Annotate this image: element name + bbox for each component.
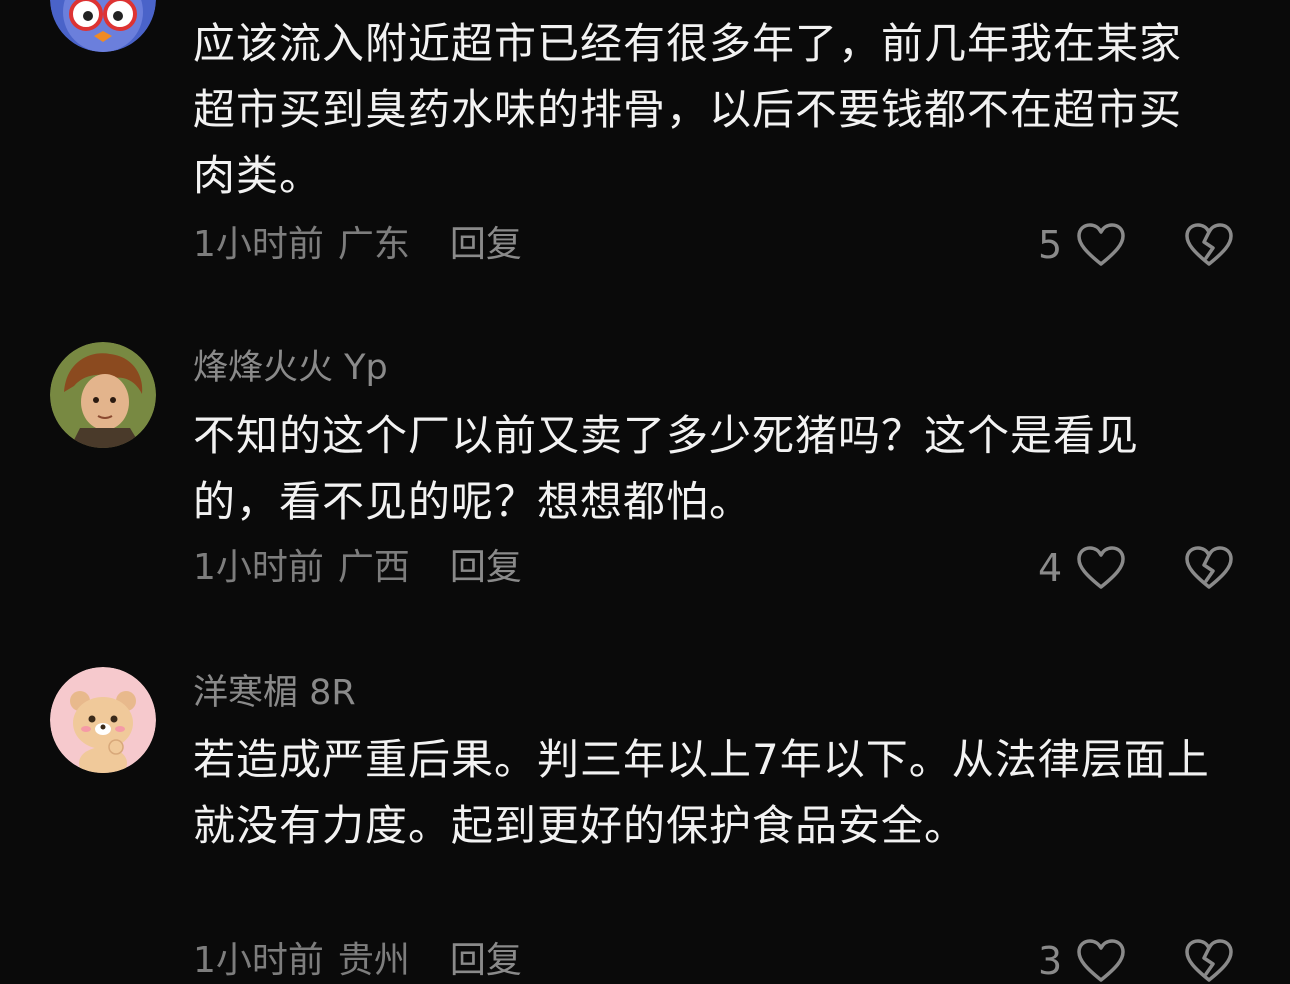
like-count: 4 [1038,546,1063,590]
comment-meta: 1小时前 广西 回复 [193,546,522,590]
comment-text: 不知的这个厂以前又卖了多少死猪吗？这个是看见的，看不见的呢？想想都怕。 [193,411,1140,526]
comment-time: 1小时前 [193,547,324,588]
bear-cartoon-avatar-icon [50,667,156,773]
broken-heart-icon [1185,223,1233,266]
dislike-button[interactable] [1184,545,1234,591]
comment-meta: 1小时前 贵州 回复 [193,939,522,983]
heart-outline-icon [1077,223,1125,266]
like-button[interactable] [1076,545,1126,591]
avatar[interactable] [50,342,156,448]
broken-heart-icon [1185,546,1233,589]
comment-item: 烽烽火火 Yp 不知的这个厂以前又卖了多少死猪吗？这个是看见的，看不见的呢？想想… [0,330,1290,630]
reply-button[interactable]: 回复 [450,224,522,265]
like-count: 3 [1038,939,1063,983]
dislike-button[interactable] [1184,938,1234,984]
comment-meta: 1小时前 广东 回复 [193,223,522,267]
comment-username[interactable]: 洋寒楣 8R [193,671,356,715]
heart-outline-icon [1077,546,1125,589]
game-character-avatar-icon [50,342,156,448]
like-count: 5 [1038,223,1063,267]
owl-cartoon-avatar-icon [50,0,156,52]
heart-outline-icon [1077,939,1125,982]
comment-item: 洋寒楣 8R 若造成严重后果。判三年以上7年以下。从法律层面上就没有力度。起到更… [0,655,1290,983]
reply-button[interactable]: 回复 [450,547,522,588]
comment-time: 1小时前 [193,940,324,981]
comment-location: 广西 [337,547,410,588]
avatar[interactable] [50,0,156,52]
comment-text: 应该流入附近超市已经有很多年了，前几年我在某家超市买到臭药水味的排骨，以后不要钱… [193,19,1183,200]
like-button[interactable] [1076,222,1126,268]
broken-heart-icon [1185,939,1233,982]
comment-location: 贵州 [337,940,410,981]
dislike-button[interactable] [1184,222,1234,268]
comment-item: 应该流入附近超市已经有很多年了，前几年我在某家超市买到臭药水味的排骨，以后不要钱… [0,0,1290,300]
comment-location: 广东 [337,224,410,265]
comment-username[interactable]: 烽烽火火 Yp [193,346,388,390]
comment-text: 若造成严重后果。判三年以上7年以下。从法律层面上就没有力度。起到更好的保护食品安… [193,735,1210,850]
avatar[interactable] [50,667,156,773]
like-button[interactable] [1076,938,1126,984]
comment-time: 1小时前 [193,224,324,265]
reply-button[interactable]: 回复 [450,940,522,981]
